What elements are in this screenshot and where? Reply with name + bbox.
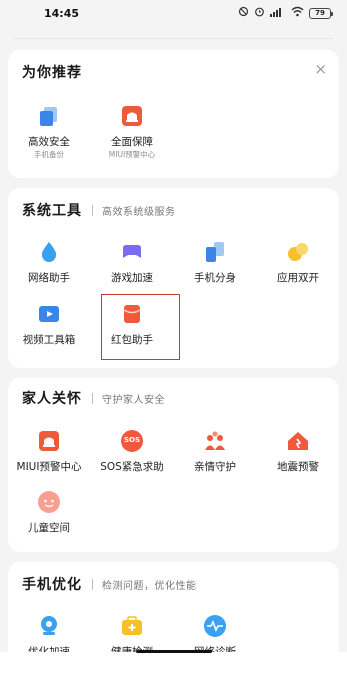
family-care-subtitle: 守护家人安全: [102, 394, 165, 406]
tile-network-assistant[interactable]: 网络助手: [8, 240, 90, 298]
video-toolbox-icon: [37, 302, 61, 326]
status-bar: 14:45 79: [0, 0, 347, 26]
rocket-icon: [37, 614, 61, 638]
wifi-icon: [291, 6, 304, 20]
tile-label: 应用双开: [277, 272, 319, 284]
tile-label: 高效安全: [28, 136, 70, 148]
tile-miui-alert[interactable]: MIUI预警中心: [8, 429, 90, 487]
family-care-title: 家人关怀: [22, 391, 82, 407]
tile-warning-center[interactable]: 全面保障 MIUI预警中心: [91, 104, 173, 162]
phone-backup-icon: [37, 104, 61, 128]
tile-label: 手机分身: [194, 272, 236, 284]
tile-video-toolbox[interactable]: 视频工具箱: [8, 302, 90, 360]
recommend-title: 为你推荐: [22, 65, 82, 81]
tile-label: 亲情守护: [194, 461, 236, 473]
tile-label: MIUI预警中心: [16, 461, 82, 473]
system-tools-header: 系统工具 高效系统级服务: [22, 190, 176, 230]
red-envelope-icon: [120, 302, 144, 326]
gamepad-icon: [120, 240, 144, 264]
tile-earthquake[interactable]: 地震预警: [257, 429, 339, 487]
tile-red-envelope[interactable]: 红包助手: [91, 302, 173, 360]
security-center-screen: 14:45 79 为你推荐 × 高效安全 手机备份 全面保障 MIUI预警中心 …: [0, 0, 347, 676]
alarm-icon: [37, 429, 61, 453]
tile-child-space[interactable]: 儿童空间: [8, 490, 90, 548]
phone-optimize-title: 手机优化: [22, 577, 82, 593]
phone-optimize-header: 手机优化 检测问题，优化性能: [22, 564, 197, 604]
tile-sos[interactable]: SOS SOS紧急求助: [91, 429, 173, 487]
child-face-icon: [37, 490, 61, 514]
alarm-clock-icon: [254, 6, 265, 20]
sos-badge-text: SOS: [123, 436, 141, 444]
status-icons: 79: [238, 6, 333, 20]
system-tools-title: 系统工具: [22, 203, 82, 219]
home-indicator[interactable]: [136, 650, 212, 653]
family-care-header: 家人关怀 守护家人安全: [22, 378, 165, 418]
clone-icon: [203, 240, 227, 264]
tile-label: 网络助手: [28, 272, 70, 284]
tile-label: 全面保障: [111, 136, 153, 148]
earthquake-icon: [286, 429, 310, 453]
tile-phone-backup[interactable]: 高效安全 手机备份: [8, 104, 90, 162]
phone-optimize-subtitle: 检测问题，优化性能: [102, 580, 197, 592]
tile-label: 红包助手: [111, 334, 153, 346]
tile-sublabel: MIUI预警中心: [108, 150, 156, 159]
pulse-icon: [203, 614, 227, 638]
recommend-header: 为你推荐: [22, 52, 82, 92]
system-tools-subtitle: 高效系统级服务: [102, 206, 176, 218]
status-time: 14:45: [44, 6, 80, 20]
family-icon: [203, 429, 227, 453]
tile-label: 游戏加速: [111, 272, 153, 284]
tile-family-guard[interactable]: 亲情守护: [174, 429, 256, 487]
recommend-card: 为你推荐 × 高效安全 手机备份 全面保障 MIUI预警中心: [8, 50, 339, 178]
navigation-bar-area: [0, 652, 347, 676]
rotation-lock-icon: [238, 6, 249, 20]
header-separator: [92, 392, 93, 404]
header-separator: [92, 204, 93, 216]
tile-label: 儿童空间: [28, 522, 70, 534]
tile-phone-clone[interactable]: 手机分身: [174, 240, 256, 298]
family-care-card: 家人关怀 守护家人安全 MIUI预警中心 SOS SOS紧急求助 亲情守护 地震…: [8, 378, 339, 552]
tile-dual-apps[interactable]: 应用双开: [257, 240, 339, 298]
close-icon[interactable]: ×: [314, 60, 327, 78]
tile-game-boost[interactable]: 游戏加速: [91, 240, 173, 298]
tile-label: SOS紧急求助: [100, 461, 164, 473]
system-tools-card: 系统工具 高效系统级服务 网络助手 游戏加速 手机分身 应用双开 视频工具箱 红…: [8, 188, 339, 368]
dual-apps-icon: [286, 240, 310, 264]
cellular-signal-icon: [270, 6, 286, 20]
tile-sublabel: 手机备份: [34, 150, 64, 159]
tile-label: 视频工具箱: [22, 334, 76, 346]
header-separator: [92, 578, 93, 590]
top-divider: [14, 38, 333, 39]
tile-label: 地震预警: [277, 461, 319, 473]
battery-icon: 79: [309, 7, 333, 19]
warning-center-icon: [120, 104, 144, 128]
medical-kit-icon: [120, 614, 144, 638]
water-drop-icon: [37, 240, 61, 264]
